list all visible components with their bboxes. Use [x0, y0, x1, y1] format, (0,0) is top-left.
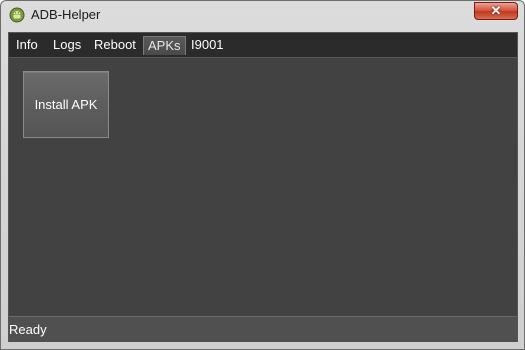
title-bar[interactable]: ADB-Helper ✕	[1, 1, 524, 31]
tab-bar: Info Logs Reboot APKs I9001	[9, 33, 517, 58]
window-title: ADB-Helper	[31, 7, 101, 22]
close-icon: ✕	[490, 3, 502, 18]
status-text: Ready	[9, 322, 47, 337]
android-icon	[9, 7, 25, 23]
tab-reboot[interactable]: Reboot	[90, 36, 140, 54]
status-bar: Ready	[9, 316, 517, 342]
install-apk-button[interactable]: Install APK	[23, 71, 109, 138]
tab-logs[interactable]: Logs	[49, 36, 85, 54]
tab-info[interactable]: Info	[12, 36, 42, 54]
client-area: Info Logs Reboot APKs I9001 Install APK …	[8, 32, 518, 342]
tab-apks[interactable]: APKs	[143, 36, 186, 55]
close-button[interactable]: ✕	[474, 2, 518, 20]
tab-i9001[interactable]: I9001	[187, 36, 228, 54]
app-window: ADB-Helper ✕ Info Logs Reboot APKs I9001…	[0, 0, 525, 350]
